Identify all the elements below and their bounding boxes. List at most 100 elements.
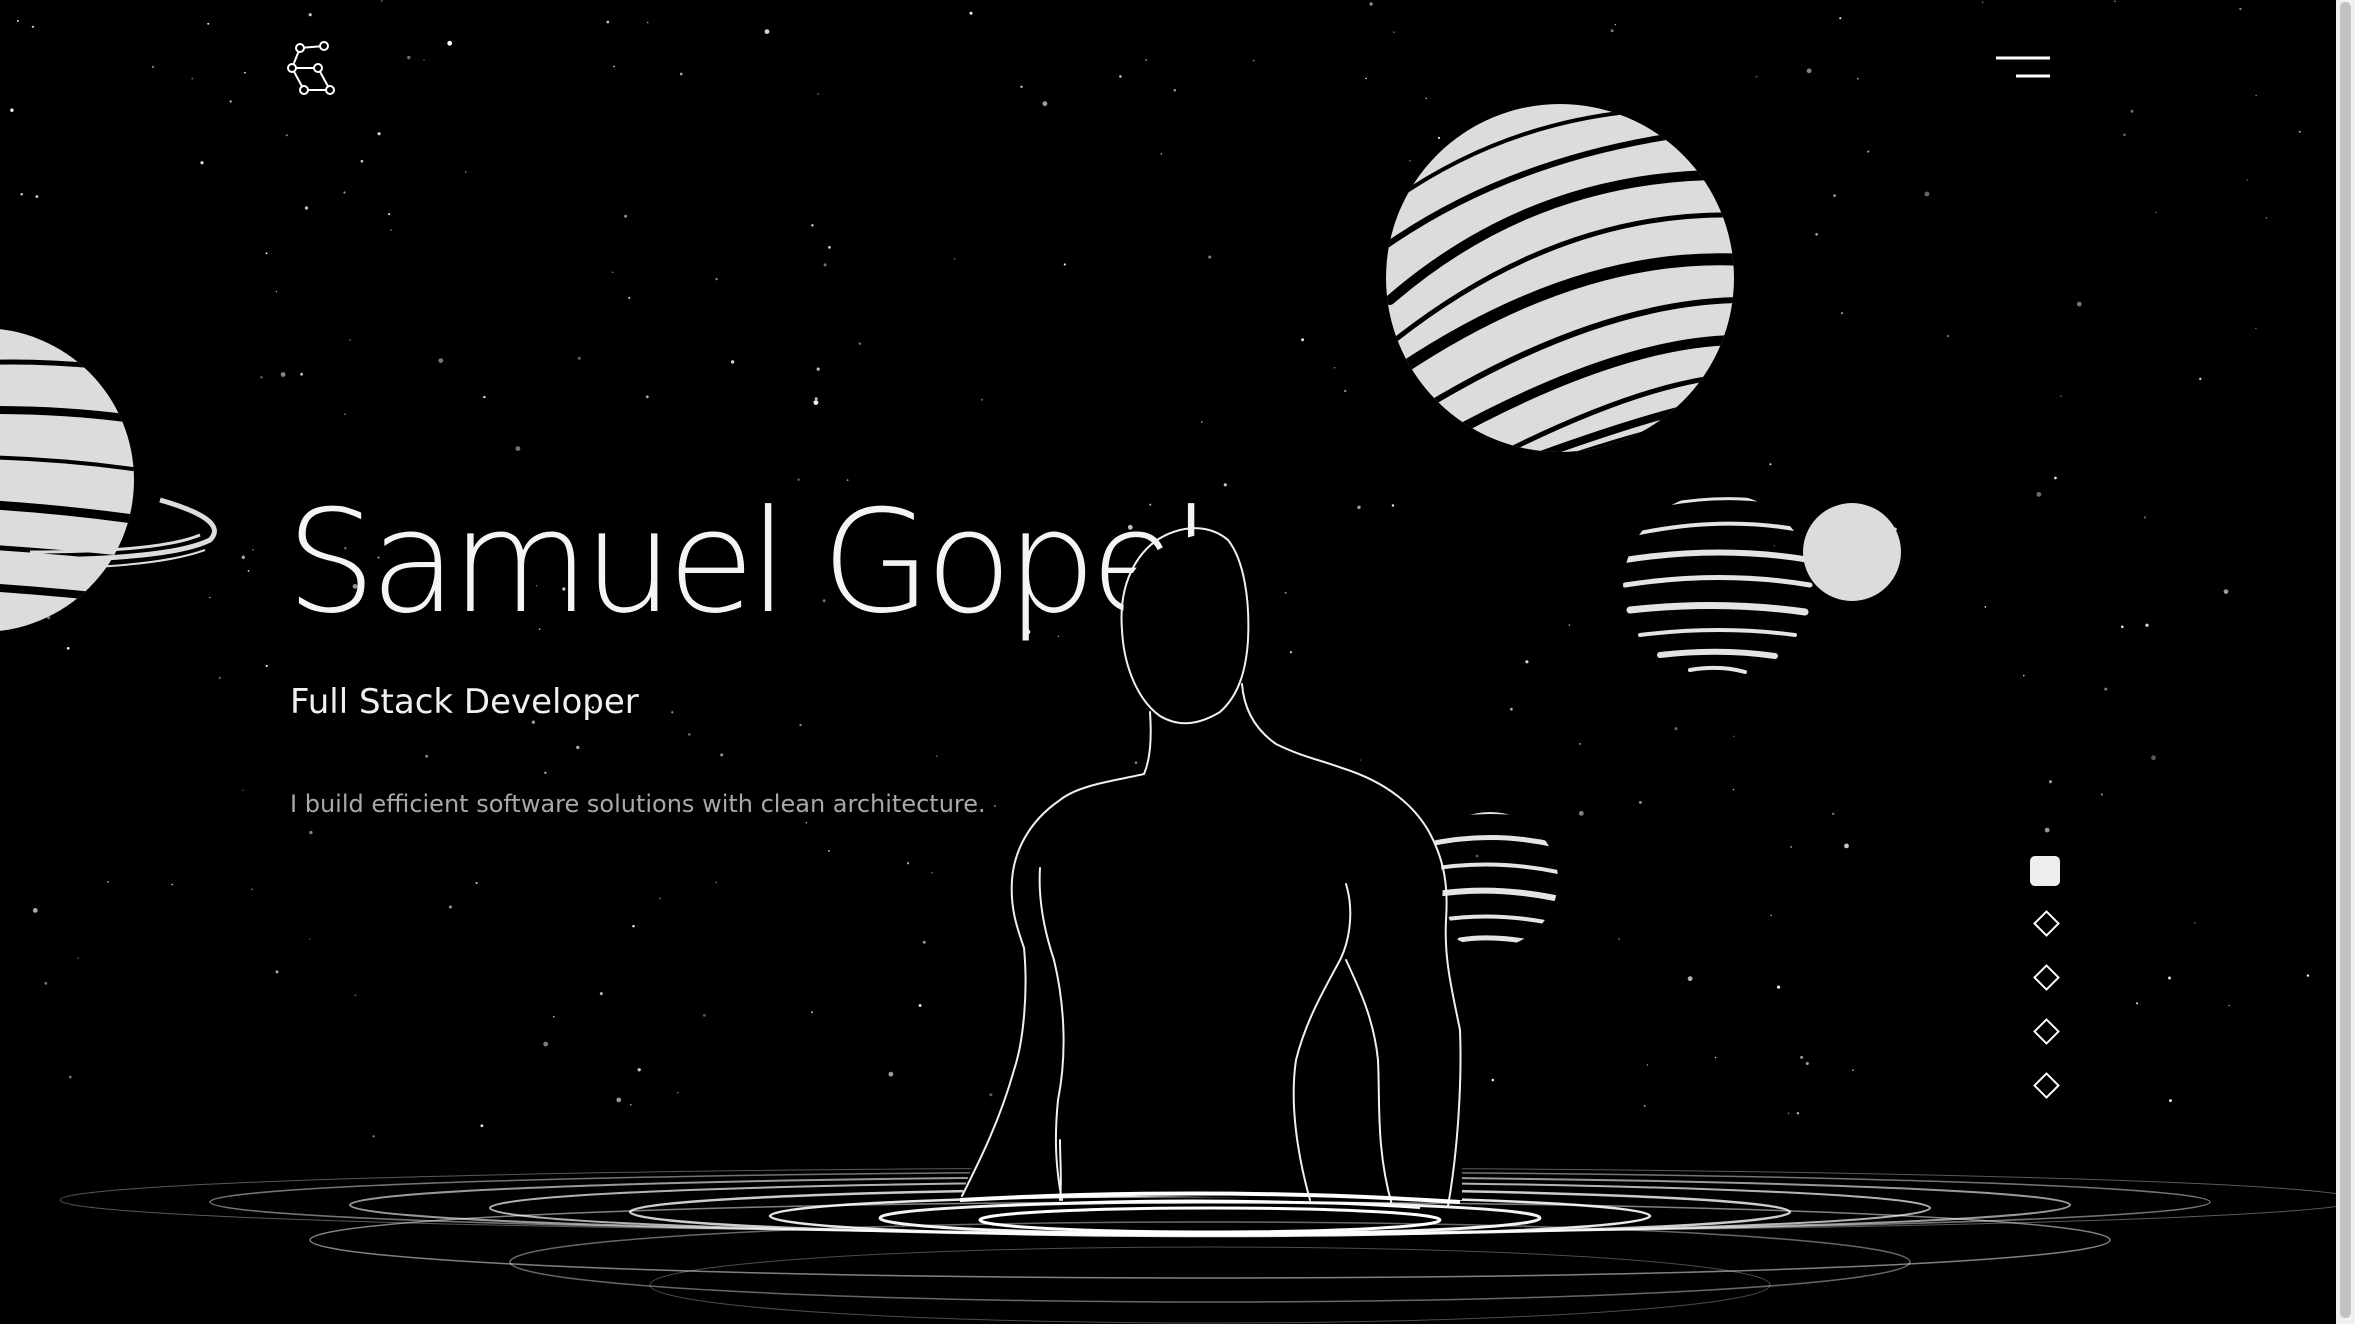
star	[107, 881, 109, 883]
star	[1776, 985, 1781, 989]
section-nav	[2024, 856, 2064, 1106]
star	[828, 850, 830, 852]
star	[1134, 761, 1138, 764]
star	[1839, 17, 1842, 20]
star	[1243, 968, 1247, 972]
star	[280, 372, 286, 377]
star	[811, 1011, 813, 1014]
star	[1414, 1002, 1416, 1004]
star	[68, 1075, 72, 1079]
star	[1408, 159, 1411, 162]
ringed-planet-left	[0, 329, 217, 631]
star	[616, 1097, 622, 1103]
section-nav-dot-5[interactable]	[2024, 1072, 2064, 1112]
swirl-planet-small	[1422, 812, 1558, 945]
star	[628, 296, 631, 299]
star	[606, 20, 610, 24]
star	[252, 549, 254, 551]
star	[360, 159, 364, 163]
star	[207, 22, 210, 25]
star	[2136, 1002, 2139, 1005]
star	[931, 871, 933, 874]
star	[2194, 922, 2196, 924]
star	[922, 940, 926, 944]
logo-button[interactable]	[286, 40, 336, 98]
star	[171, 883, 173, 886]
star	[544, 771, 547, 775]
star	[1578, 742, 1581, 745]
star	[1946, 334, 1950, 338]
star	[576, 745, 580, 750]
star	[1491, 1078, 1495, 1082]
star	[1223, 483, 1227, 487]
star	[2223, 589, 2229, 594]
star	[969, 11, 973, 15]
star	[1365, 77, 1367, 80]
section-nav-dot-4[interactable]	[2024, 1018, 2064, 1058]
star	[1867, 150, 1870, 153]
portfolio-page: Samuel Gopel Full Stack Developer I buil…	[0, 0, 2355, 1324]
star	[2255, 94, 2257, 97]
star	[1437, 136, 1441, 139]
star	[1425, 97, 1427, 100]
star	[388, 213, 391, 216]
section-nav-dot-1[interactable]	[2024, 856, 2064, 896]
star	[624, 214, 627, 218]
star	[209, 597, 211, 599]
star	[300, 372, 304, 376]
star	[715, 277, 718, 281]
star	[645, 395, 649, 399]
menu-button[interactable]	[1994, 52, 2056, 84]
star	[1160, 152, 1163, 155]
star	[2145, 623, 2149, 627]
star	[720, 753, 724, 757]
star	[1173, 89, 1177, 92]
star	[251, 888, 253, 891]
star	[646, 21, 649, 24]
star	[1393, 31, 1395, 33]
star	[1029, 1098, 1032, 1101]
star	[344, 413, 346, 416]
star	[577, 356, 581, 360]
star	[151, 65, 155, 69]
star	[1284, 591, 1287, 594]
star	[2130, 109, 2134, 113]
star	[981, 398, 984, 401]
star	[888, 1071, 894, 1077]
star	[44, 981, 48, 985]
star	[632, 924, 635, 928]
star	[805, 822, 807, 824]
star	[407, 55, 411, 60]
star	[191, 77, 194, 80]
star	[2199, 377, 2202, 381]
star	[994, 805, 996, 807]
star	[354, 994, 357, 997]
star	[242, 789, 244, 791]
star	[918, 1004, 922, 1007]
star	[989, 1093, 993, 1097]
star	[275, 290, 278, 293]
star	[2036, 492, 2042, 497]
star	[1271, 1022, 1274, 1025]
star	[637, 1068, 641, 1072]
star	[1568, 624, 1571, 626]
star	[552, 1015, 555, 1018]
star	[906, 862, 910, 865]
star	[1369, 2, 1373, 6]
star	[828, 246, 831, 249]
section-nav-dot-2[interactable]	[2024, 910, 2064, 950]
star	[390, 229, 393, 232]
star	[1366, 879, 1370, 883]
star	[659, 897, 661, 900]
scrollbar-thumb[interactable]	[2340, 2, 2351, 1318]
star	[308, 13, 312, 17]
section-nav-dot-3[interactable]	[2024, 964, 2064, 1004]
star	[702, 1014, 706, 1017]
star	[630, 1103, 632, 1106]
space-scene	[0, 0, 2355, 1324]
star	[423, 59, 425, 61]
star	[241, 555, 245, 559]
star	[218, 676, 221, 680]
star	[2143, 516, 2147, 519]
white-moon	[1803, 503, 1901, 601]
